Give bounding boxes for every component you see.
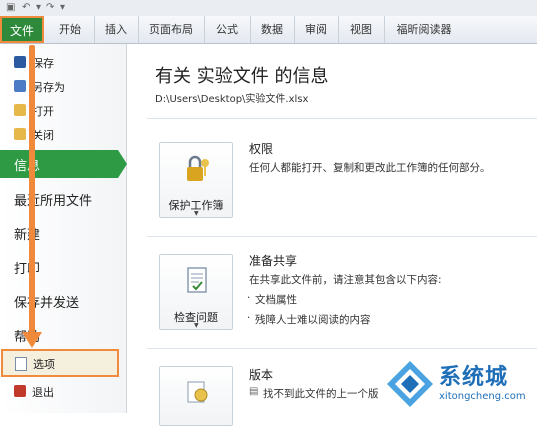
exit-icon bbox=[14, 385, 26, 397]
customize-dropdown-icon[interactable]: ▾ bbox=[60, 2, 65, 13]
versions-heading: 版本 bbox=[249, 368, 274, 382]
nav-recent[interactable]: 最近所用文件 bbox=[14, 190, 92, 209]
nav-options[interactable]: 选项 bbox=[1, 349, 119, 377]
guide-arrow-head bbox=[22, 332, 42, 348]
nav-open-label: 打开 bbox=[32, 105, 54, 118]
versions-text: 找不到此文件的上一个版 bbox=[263, 388, 379, 400]
tab-insert[interactable]: 插入 bbox=[94, 16, 139, 43]
tab-formulas[interactable]: 公式 bbox=[204, 16, 251, 43]
nav-exit-label: 退出 bbox=[32, 386, 54, 399]
options-icon bbox=[15, 357, 27, 371]
tab-home[interactable]: 开始 bbox=[46, 16, 95, 43]
undo-icon[interactable]: ↶ bbox=[22, 2, 30, 13]
watermark: 系统城 xitongcheng.com bbox=[381, 355, 537, 413]
nav-new[interactable]: 新建 bbox=[14, 224, 40, 243]
guide-arrow-line bbox=[29, 45, 35, 335]
save-icon[interactable]: ▣ bbox=[6, 2, 15, 13]
inspect-document-icon bbox=[187, 267, 207, 293]
redo-icon[interactable]: ↷ bbox=[46, 2, 54, 13]
undo-dropdown-icon[interactable]: ▾ bbox=[36, 2, 41, 13]
bullet-document-properties: 文档属性 bbox=[247, 292, 297, 307]
nav-close-label: 关闭 bbox=[32, 129, 54, 142]
version-file-icon: ▤ bbox=[249, 386, 259, 397]
nav-save-label: 保存 bbox=[32, 57, 54, 70]
open-folder-icon bbox=[14, 104, 26, 116]
divider bbox=[147, 118, 537, 119]
nav-save[interactable]: 保存 bbox=[0, 52, 126, 72]
manage-versions-button[interactable] bbox=[159, 366, 233, 426]
nav-save-as[interactable]: 另存为 bbox=[0, 76, 126, 96]
page-title: 有关 实验文件 的信息 bbox=[155, 66, 329, 87]
lock-key-icon bbox=[187, 155, 209, 181]
watermark-logo-icon bbox=[387, 361, 433, 407]
save-as-icon bbox=[14, 80, 26, 92]
ribbon-tab-row: 开始 插入 页面布局 公式 数据 审阅 视图 福昕阅读器 bbox=[0, 16, 537, 44]
permissions-text: 任何人都能打开、复制和更改此工作簿的任何部分。 bbox=[249, 162, 491, 174]
file-tab[interactable]: 文件 bbox=[0, 16, 44, 43]
divider bbox=[147, 348, 537, 349]
tab-review[interactable]: 审阅 bbox=[294, 16, 339, 43]
file-path: D:\Users\Desktop\实验文件.xlsx bbox=[155, 94, 309, 105]
chevron-down-icon: ▼ bbox=[194, 322, 199, 329]
nav-open[interactable]: 打开 bbox=[0, 100, 126, 120]
quick-access-toolbar: ▣ ↶ ▾ ↷ ▾ bbox=[0, 0, 537, 16]
bullet-accessibility: 残障人士难以阅读的内容 bbox=[247, 312, 370, 327]
divider bbox=[147, 236, 537, 237]
watermark-url: xitongcheng.com bbox=[439, 391, 526, 402]
nav-save-as-label: 另存为 bbox=[32, 81, 65, 94]
watermark-brand: 系统城 bbox=[439, 365, 509, 390]
nav-info[interactable]: 信息 bbox=[0, 150, 127, 178]
nav-close[interactable]: 关闭 bbox=[0, 124, 126, 144]
versions-icon bbox=[187, 381, 208, 403]
save-icon bbox=[14, 56, 26, 68]
tab-view[interactable]: 视图 bbox=[338, 16, 385, 43]
nav-print[interactable]: 打印 bbox=[14, 258, 40, 277]
nav-info-label: 信息 bbox=[14, 159, 41, 174]
chevron-down-icon: ▼ bbox=[194, 210, 199, 217]
nav-options-label: 选项 bbox=[33, 358, 55, 371]
tab-foxit-reader[interactable]: 福昕阅读器 bbox=[384, 16, 464, 43]
protect-workbook-button[interactable]: 保护工作簿 ▼ bbox=[159, 142, 233, 218]
tab-data[interactable]: 数据 bbox=[250, 16, 295, 43]
prepare-sharing-heading: 准备共享 bbox=[249, 254, 298, 268]
nav-exit[interactable]: 退出 bbox=[0, 381, 126, 401]
close-folder-icon bbox=[14, 128, 26, 140]
permissions-heading: 权限 bbox=[249, 142, 274, 156]
check-issues-button[interactable]: 检查问题 ▼ bbox=[159, 254, 233, 330]
tab-page-layout[interactable]: 页面布局 bbox=[138, 16, 205, 43]
prepare-sharing-text: 在共享此文件前，请注意其包含以下内容: bbox=[249, 274, 442, 286]
nav-save-send[interactable]: 保存并发送 bbox=[14, 292, 79, 311]
